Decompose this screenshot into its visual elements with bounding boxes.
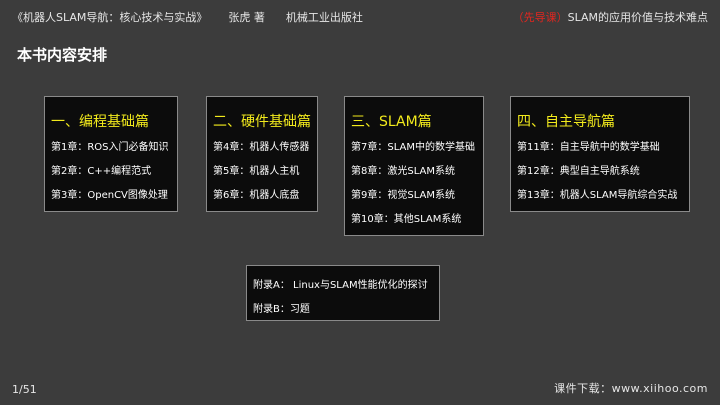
chapter-item: 第10章：其他SLAM系统 <box>351 214 462 225</box>
book-author: 张虎 著 <box>228 11 265 24</box>
header-course-info: （先导课）SLAM的应用价值与技术难点 <box>513 9 708 25</box>
chapter-item: 第12章：典型自主导航系统 <box>517 166 640 177</box>
part-box-hardware: 二、硬件基础篇 第4章：机器人传感器 第5章：机器人主机 第6章：机器人底盘 <box>206 96 318 212</box>
chapter-item: 第3章：OpenCV图像处理 <box>51 190 168 201</box>
part-title: 三、SLAM篇 <box>351 114 432 130</box>
chapter-item: 第13章：机器人SLAM导航综合实战 <box>517 190 678 201</box>
chapter-item: 第8章：激光SLAM系统 <box>351 166 455 177</box>
part-box-slam: 三、SLAM篇 第7章：SLAM中的数学基础 第8章：激光SLAM系统 第9章：… <box>344 96 484 236</box>
part-box-navigation: 四、自主导航篇 第11章：自主导航中的数学基础 第12章：典型自主导航系统 第1… <box>510 96 690 212</box>
appendix-box: 附录A： Linux与SLAM性能优化的探讨 附录B：习题 <box>246 265 440 321</box>
section-title: 本书内容安排 <box>17 46 108 64</box>
chapter-item: 第5章：机器人主机 <box>213 166 300 177</box>
chapter-item: 第2章：C++编程范式 <box>51 166 152 177</box>
download-info: 课件下载：www.xiihoo.com <box>554 382 708 395</box>
chapter-item: 第1章：ROS入门必备知识 <box>51 142 169 153</box>
course-title: SLAM的应用价值与技术难点 <box>567 11 708 24</box>
part-title: 四、自主导航篇 <box>517 114 615 130</box>
appendix-item: 附录B：习题 <box>253 304 310 315</box>
chapter-item: 第9章：视觉SLAM系统 <box>351 190 455 201</box>
header-book-info: 《机器人SLAM导航：核心技术与实战》 张虎 著 机械工业出版社 <box>12 9 363 25</box>
appendix-item: 附录A： Linux与SLAM性能优化的探讨 <box>253 280 428 291</box>
part-title: 二、硬件基础篇 <box>213 114 311 130</box>
chapter-item: 第7章：SLAM中的数学基础 <box>351 142 475 153</box>
chapter-item: 第4章：机器人传感器 <box>213 142 310 153</box>
page-number: 1/51 <box>12 383 37 396</box>
part-box-programming: 一、编程基础篇 第1章：ROS入门必备知识 第2章：C++编程范式 第3章：Op… <box>44 96 178 212</box>
chapter-item: 第6章：机器人底盘 <box>213 190 300 201</box>
book-publisher: 机械工业出版社 <box>285 11 363 24</box>
book-title: 《机器人SLAM导航：核心技术与实战》 <box>12 11 208 24</box>
chapter-item: 第11章：自主导航中的数学基础 <box>517 142 660 153</box>
part-title: 一、编程基础篇 <box>51 114 149 130</box>
course-badge: （先导课） <box>512 11 568 24</box>
